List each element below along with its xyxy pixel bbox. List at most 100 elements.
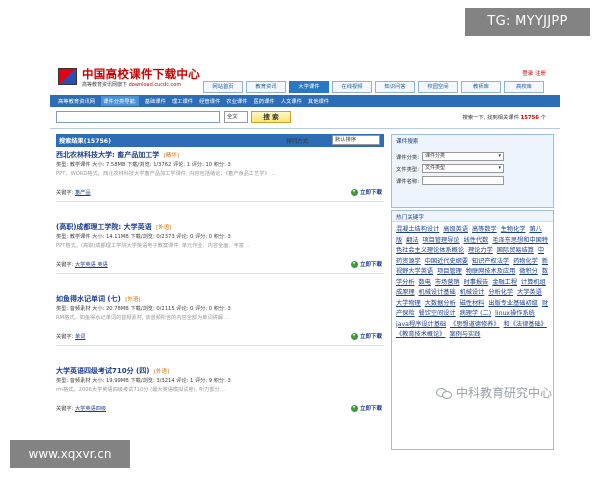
hot-keyword-link[interactable]: 物联网技术及应用 [466,268,516,275]
hot-keyword-link[interactable]: 项目管理导论 [423,237,460,244]
category-economics[interactable]: 经管课件 [199,97,220,105]
site-url[interactable]: download.cucdc.com [129,82,182,88]
hot-keyword-link[interactable]: 高等数学 [472,226,497,233]
result-tag[interactable]: [外语] [125,297,140,303]
nav-tab-teachers[interactable]: 教师库 [461,81,501,93]
hot-keyword-link[interactable]: 大数据分析 [425,300,456,307]
hot-keyword-link[interactable]: 大学英语 [517,289,542,296]
nav-tab-universities[interactable]: 高校库 [504,81,544,93]
keyword-link[interactable]: 畜产品 [75,190,91,196]
category-science[interactable]: 理工课件 [172,97,193,105]
main-nav-tabs: 网站首页 教育资讯 大学课件 在线视频 知识问答 校园空间 教师库 高校库 [203,81,544,93]
hot-keyword-link[interactable]: linux操作系统 [495,310,535,317]
hot-keyword-link[interactable]: 生物化学 [501,226,526,233]
sort-select[interactable]: 默认排序 [332,135,380,145]
result-description: PPT格式。(高职)成都理工学院大学英语电子教案课件, 单元作业、内容全面、丰富… [56,243,251,249]
result-tag[interactable]: [精华] [164,153,179,159]
hot-keyword-link[interactable]: 机械设计基础 [419,289,456,296]
result-title: 西北农林科技大学: 畜产品加工学 [精华] [56,150,384,161]
search-input[interactable] [56,111,220,123]
category-home-link[interactable]: 高等教育资讯网 [58,97,95,105]
download-icon [350,332,358,340]
hot-keyword-link[interactable]: java程序设计基础 [396,321,446,328]
hot-keyword-link[interactable]: 线性代数 [464,237,489,244]
hot-keyword-link[interactable]: 分析化学 [488,289,513,296]
nav-tab-video[interactable]: 在线视频 [332,81,372,93]
result-title-link[interactable]: 西北农林科技大学: 畜产品加工学 [56,151,159,159]
hot-keyword-link[interactable]: 餐饮空间设计 [419,310,456,317]
wechat-icon [436,386,452,400]
result-separator [56,273,384,274]
hot-keyword-link[interactable]: 机械设计 [460,289,485,296]
nav-tab-news[interactable]: 教育资讯 [246,81,286,93]
download-button[interactable]: 立即下载 [350,260,382,268]
nav-tab-home[interactable]: 网站首页 [203,81,243,93]
site-title[interactable]: 中国高校课件下载中心 [82,66,200,82]
hot-keyword-link[interactable]: 病理学 (二) [460,310,492,317]
download-button[interactable]: 立即下载 [350,332,382,340]
hot-keyword-link[interactable]: 翻法 [406,237,418,244]
result-title-link[interactable]: 大学英语四级考试710分 (四) [56,367,149,375]
hot-keyword-link[interactable]: 《思想道德修养》 [450,321,500,328]
hot-keyword-link[interactable]: 时事报告 [464,279,489,286]
hot-keyword-link[interactable]: 项目管理 [437,268,462,275]
hot-keyword-link[interactable]: 中国近代史纲要 [425,258,468,265]
hot-keyword-link[interactable]: 大学物理 [396,300,421,307]
result-title: 如鱼得水记单词 (七) [外语] [56,294,384,305]
result-meta: 类型: 教学课件 大小: 14.11MB 下载/浏览: 0/2373 评论: 0… [56,234,231,240]
result-description: PPT、WORD格式。西北农林科技大学畜产品加工学课件, 内容包括绪论、《畜产食… [56,171,277,177]
courseware-search-panel: 课件搜索 课件分类: 课件分类 文件类型: 文件类型 课件名称: [391,134,554,208]
result-tag[interactable]: [外语] [156,225,171,231]
hot-keyword-link[interactable]: 磁性材料 [460,300,485,307]
hot-keyword-link[interactable]: 数电 [419,279,431,286]
result-keywords: 关键字: 大学英语 英语 [56,262,108,268]
hot-keyword-link[interactable]: 知识产权法学 [472,258,509,265]
hot-keyword-link[interactable]: 《教育技术概论》 [396,331,446,338]
hot-keyword-link[interactable]: 和《法律基础》 [504,321,547,328]
hot-keyword-link[interactable]: 出版专业基础初级 [488,300,538,307]
search-row: 全文 搜 索 搜索一下, 找到相关课件 15756 个 [50,111,560,125]
keyword-link[interactable]: 单词 [75,334,85,340]
result-meta: 类型: 音频素材 大小: 20.78MB 下载/浏览: 0/2115 评论: 0… [56,306,231,312]
category-humanities[interactable]: 人文课件 [281,97,302,105]
result-keywords: 关键字: 大学英语四级 [56,406,107,412]
nav-tab-campus[interactable]: 校园空间 [418,81,458,93]
hot-keyword-link[interactable]: 理论力学 [468,247,493,254]
site-logo-icon[interactable] [58,68,77,85]
result-description: RM格式。如鱼得水记单词的音频素材, 该音频所含的内容全部为单词讲解 ... [56,315,230,321]
hot-keyword-link[interactable]: 金融工程 [492,279,517,286]
download-icon [350,188,358,196]
login-register-links[interactable]: 登录 注册 [522,69,546,77]
download-icon [350,260,358,268]
result-title-link[interactable]: (高职)成都理工学院: 大学英语 [56,223,152,231]
search-scope-select[interactable]: 全文 [224,111,248,123]
nav-tab-qa[interactable]: 知识问答 [375,81,415,93]
hot-keyword-link[interactable]: 市场营销 [435,279,460,286]
sort-label: 排列方式: [286,139,310,145]
result-description-2 [56,179,326,188]
hot-keyword-link[interactable]: 微积分 [519,268,538,275]
category-filter-select[interactable]: 课件分类 [421,152,504,161]
category-medicine[interactable]: 医药课件 [253,97,274,105]
result-tag[interactable]: [外语] [154,369,169,375]
keyword-link[interactable]: 大学英语四级 [75,406,106,412]
result-item: 如鱼得水记单词 (七) [外语] 类型: 音频素材 大小: 20.78MB 下载… [56,294,384,346]
category-agriculture[interactable]: 农业课件 [226,97,247,105]
download-button[interactable]: 立即下载 [350,404,382,412]
hot-keyword-link[interactable]: 案例与实践 [449,331,480,338]
telegram-overlay: TG: MYYJJPP [465,8,590,36]
hot-keyword-link[interactable]: 高级英语 [443,226,468,233]
category-basic[interactable]: 基础课件 [145,97,166,105]
nav-tab-courseware[interactable]: 大学课件 [289,81,329,93]
result-title-link[interactable]: 如鱼得水记单词 (七) [56,295,121,303]
filetype-filter-select[interactable]: 文件类型 [421,164,504,173]
hot-keyword-link[interactable]: 药物化学 [513,258,538,265]
hot-keyword-link[interactable]: 国际贸易结算 [497,247,534,254]
courseware-name-input[interactable] [421,176,504,185]
category-other[interactable]: 其他课件 [308,97,329,105]
download-button[interactable]: 立即下载 [350,188,382,196]
search-button[interactable]: 搜 索 [251,111,291,123]
results-title: 搜索结果(15756) [59,138,111,145]
hot-keyword-link[interactable]: 混凝土结构设计 [396,226,439,233]
keyword-link[interactable]: 大学英语 英语 [75,262,108,268]
